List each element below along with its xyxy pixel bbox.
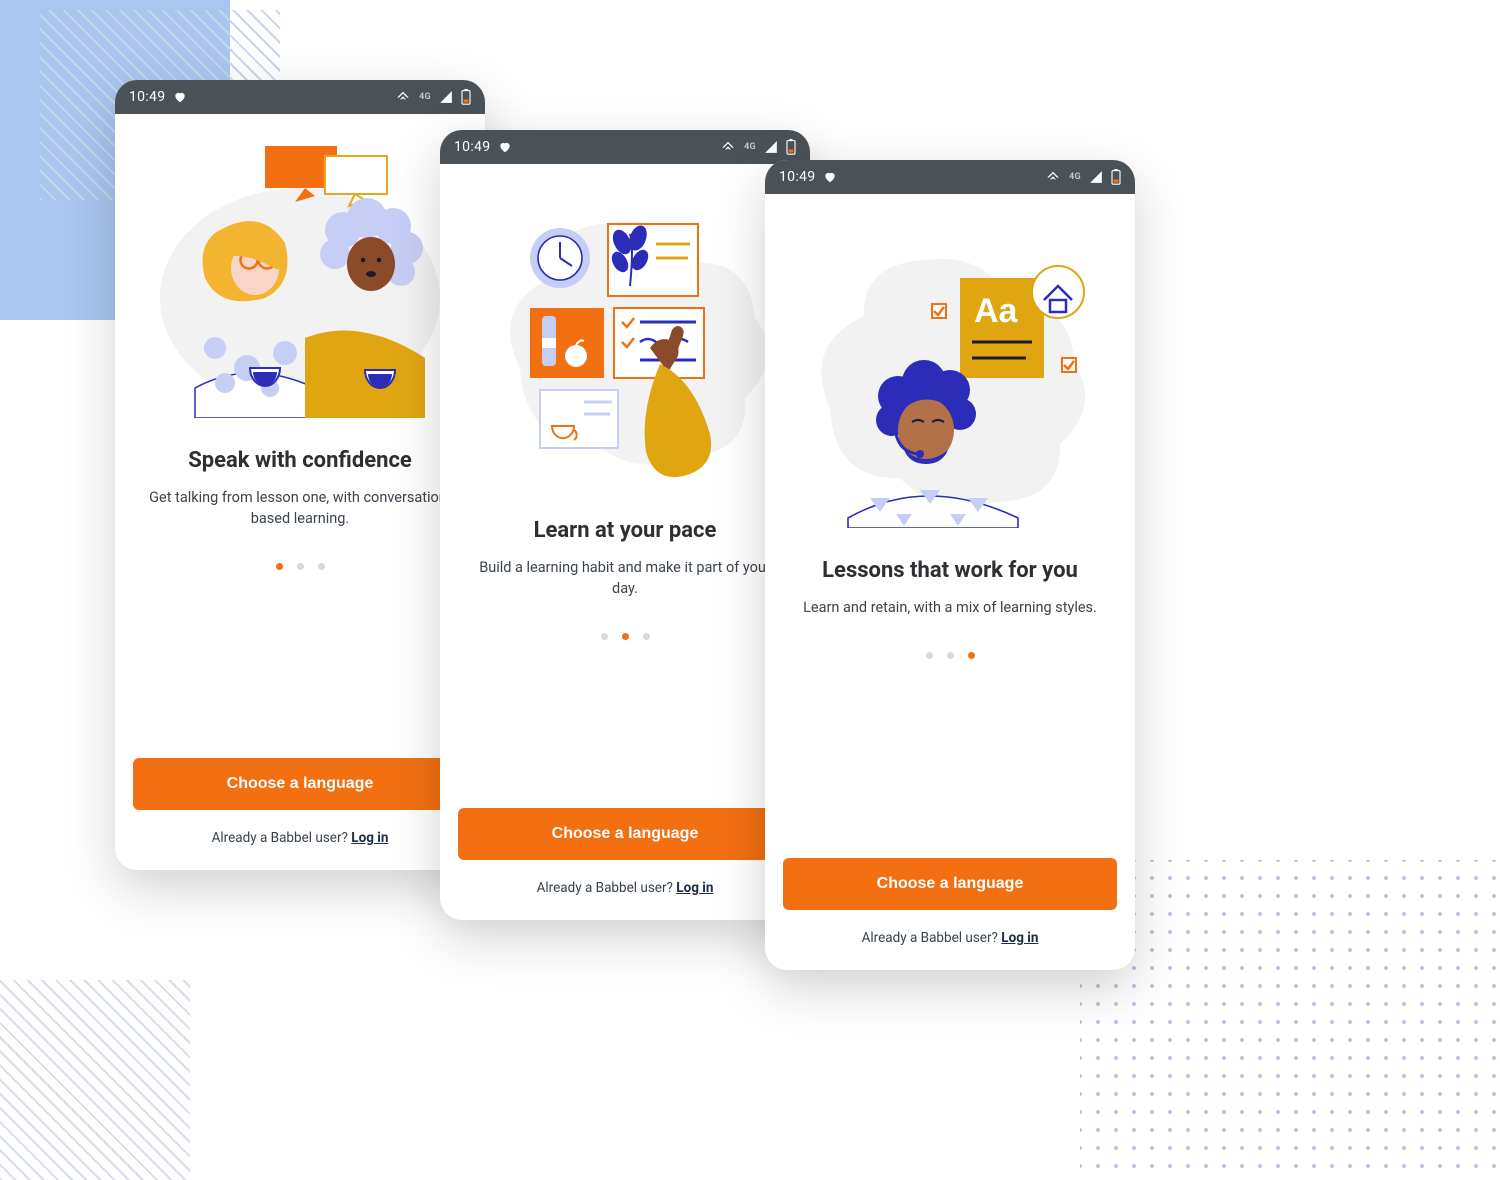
login-prompt-text: Already a Babbel user?	[212, 830, 352, 846]
battery-icon	[786, 139, 796, 155]
onboarding-screen-2: 10:49 4G	[440, 130, 810, 920]
onboarding-subtitle: Build a learning habit and make it part …	[458, 557, 792, 599]
wifi-icon	[720, 140, 736, 154]
login-prompt: Already a Babbel user? Log in	[212, 830, 389, 846]
wifi-icon	[1045, 170, 1061, 184]
page-indicator	[276, 563, 325, 570]
page-indicator	[926, 652, 975, 659]
clock-time: 10:49	[454, 139, 490, 155]
page-dot[interactable]	[643, 633, 650, 640]
heart-icon	[498, 140, 512, 154]
heart-icon	[173, 90, 187, 104]
page-dot[interactable]	[622, 633, 629, 640]
onboarding-screen-1: 10:49 4G	[115, 80, 485, 870]
heart-icon	[823, 170, 837, 184]
clock-time: 10:49	[779, 169, 815, 185]
page-dot[interactable]	[601, 633, 608, 640]
onboarding-title: Learn at your pace	[534, 518, 717, 543]
choose-language-button[interactable]: Choose a language	[133, 758, 467, 810]
onboarding-illustration	[458, 188, 792, 488]
login-link[interactable]: Log in	[676, 880, 713, 896]
battery-icon	[1111, 169, 1121, 185]
login-link[interactable]: Log in	[1001, 930, 1038, 946]
signal-icon	[764, 140, 778, 154]
onboarding-title: Speak with confidence	[188, 448, 412, 473]
onboarding-subtitle: Get talking from lesson one, with conver…	[133, 487, 467, 529]
login-prompt-text: Already a Babbel user?	[537, 880, 677, 896]
onboarding-illustration	[133, 138, 467, 418]
page-dot[interactable]	[947, 652, 954, 659]
status-bar: 10:49 4G	[115, 80, 485, 114]
battery-icon	[461, 89, 471, 105]
svg-text:Aa: Aa	[974, 292, 1019, 330]
status-bar: 10:49 4G	[765, 160, 1135, 194]
page-dot[interactable]	[926, 652, 933, 659]
onboarding-illustration: Aa	[783, 218, 1117, 528]
login-prompt: Already a Babbel user? Log in	[537, 880, 714, 896]
page-indicator	[601, 633, 650, 640]
choose-language-button[interactable]: Choose a language	[458, 808, 792, 860]
login-link[interactable]: Log in	[351, 830, 388, 846]
wifi-icon	[395, 90, 411, 104]
login-prompt-text: Already a Babbel user?	[862, 930, 1002, 946]
network-label: 4G	[1069, 172, 1081, 182]
page-dot[interactable]	[318, 563, 325, 570]
choose-language-button[interactable]: Choose a language	[783, 858, 1117, 910]
network-label: 4G	[744, 142, 756, 152]
status-bar: 10:49 4G	[440, 130, 810, 164]
onboarding-screen-3: 10:49 4G Aa	[765, 160, 1135, 970]
onboarding-title: Lessons that work for you	[822, 558, 1078, 583]
signal-icon	[1089, 170, 1103, 184]
signal-icon	[439, 90, 453, 104]
page-dot[interactable]	[276, 563, 283, 570]
page-dot[interactable]	[968, 652, 975, 659]
page-dot[interactable]	[297, 563, 304, 570]
clock-time: 10:49	[129, 89, 165, 105]
onboarding-subtitle: Learn and retain, with a mix of learning…	[795, 597, 1105, 618]
network-label: 4G	[419, 92, 431, 102]
login-prompt: Already a Babbel user? Log in	[862, 930, 1039, 946]
